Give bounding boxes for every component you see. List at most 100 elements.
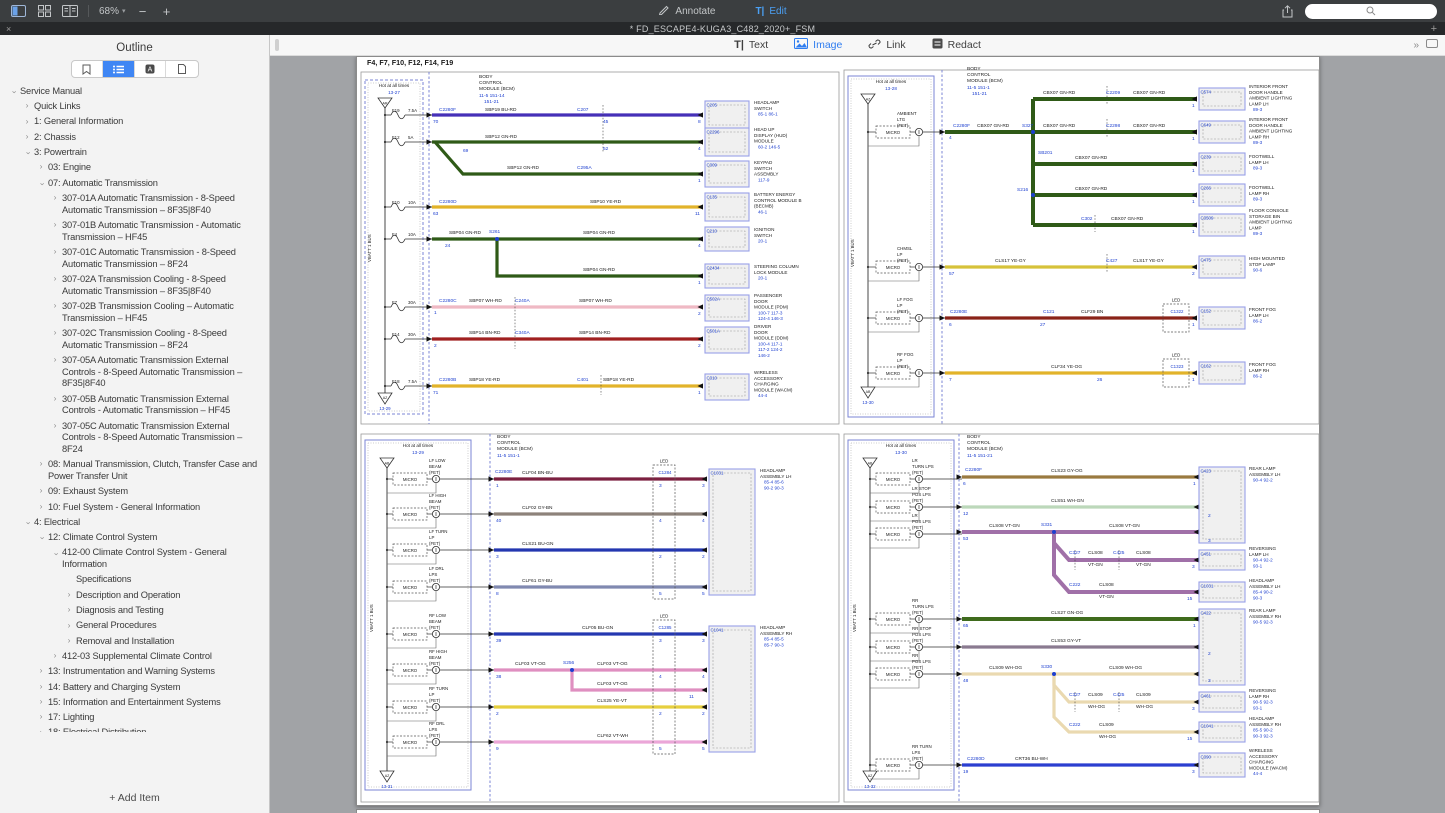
svg-text:F12: F12 bbox=[392, 135, 400, 140]
chevron-icon[interactable]: › bbox=[36, 696, 46, 708]
chevron-icon[interactable]: › bbox=[50, 192, 60, 204]
link-tool[interactable]: Link bbox=[868, 38, 905, 52]
outline-item[interactable]: ›307-01B Automatic Transmission - Automa… bbox=[0, 218, 269, 245]
svg-text:CLF03 VT-OG: CLF03 VT-OG bbox=[515, 661, 546, 667]
chevron-icon[interactable]: › bbox=[36, 179, 48, 189]
add-item-button[interactable]: + Add Item bbox=[0, 792, 269, 804]
outline-item[interactable]: ›4: Electrical bbox=[0, 515, 269, 530]
outline-item[interactable]: ›General Procedures bbox=[0, 619, 269, 634]
outline-item[interactable]: ›14: Battery and Charging System bbox=[0, 680, 269, 695]
outline-item[interactable]: ›12: Climate Control System bbox=[0, 530, 269, 545]
outline-item[interactable]: ›307-01C Automatic Transmission - 8-Spee… bbox=[0, 245, 269, 272]
chevron-icon[interactable]: › bbox=[50, 354, 60, 366]
redact-tool[interactable]: Redact bbox=[932, 38, 981, 52]
chevron-icon[interactable]: › bbox=[36, 485, 46, 497]
outline-item[interactable]: ›17: Lighting bbox=[0, 710, 269, 725]
outline-item-label: 307-02A Transmission Cooling - 8-Speed A… bbox=[62, 274, 226, 296]
chevron-icon[interactable]: › bbox=[50, 650, 60, 662]
chevron-icon[interactable]: › bbox=[22, 148, 34, 158]
chevron-icon[interactable]: › bbox=[50, 393, 60, 405]
chevron-icon[interactable]: › bbox=[8, 87, 20, 97]
outline-item[interactable]: ›Description and Operation bbox=[0, 588, 269, 603]
share-icon[interactable] bbox=[1279, 5, 1295, 18]
text-tool[interactable]: T|Text bbox=[734, 38, 768, 52]
outline-tab-toc[interactable] bbox=[103, 61, 135, 77]
outline-item[interactable]: ›307-05A Automatic Transmission External… bbox=[0, 353, 269, 392]
chevron-icon[interactable]: › bbox=[50, 327, 60, 339]
outline-item[interactable]: ›307-05C Automatic Transmission External… bbox=[0, 419, 269, 458]
outline-item[interactable]: ›1: General Information bbox=[0, 115, 269, 130]
svg-text:7: 7 bbox=[949, 377, 952, 383]
svg-text:BEAM: BEAM bbox=[429, 619, 442, 624]
outline-item[interactable]: ›412-03 Supplemental Climate Control bbox=[0, 649, 269, 664]
svg-text:SWITCH: SWITCH bbox=[754, 166, 772, 171]
chevron-icon[interactable]: › bbox=[64, 604, 74, 616]
image-tool[interactable]: Image bbox=[794, 38, 842, 52]
svg-text:AB: AB bbox=[866, 390, 871, 394]
zoom-in-button[interactable]: + bbox=[160, 4, 174, 19]
outline-item[interactable]: ›307-02A Transmission Cooling - 8-Speed … bbox=[0, 272, 269, 299]
annotate-button[interactable]: Annotate bbox=[658, 4, 715, 18]
outline-item[interactable]: ›2: Chassis bbox=[0, 130, 269, 145]
outline-item[interactable]: ›07: Automatic Transmission bbox=[0, 176, 269, 191]
chevron-icon[interactable]: › bbox=[64, 589, 74, 601]
outline-item[interactable]: ›Removal and Installation bbox=[0, 634, 269, 649]
chevron-icon[interactable]: › bbox=[36, 711, 46, 723]
svg-text:(FET): (FET) bbox=[912, 610, 924, 615]
outline-item[interactable]: ›08: Manual Transmission, Clutch, Transf… bbox=[0, 457, 269, 484]
outline-item[interactable]: ›307-01A Automatic Transmission - 8-Spee… bbox=[0, 191, 269, 218]
outline-item[interactable]: ›307-02B Transmission Cooling – Automati… bbox=[0, 299, 269, 326]
zoom-select[interactable]: 68% ▾ bbox=[99, 6, 126, 17]
outline-item[interactable]: ›13: Instrumentation and Warning Systems bbox=[0, 664, 269, 679]
outline-tab-pages[interactable] bbox=[166, 61, 197, 77]
chevron-icon[interactable]: › bbox=[36, 458, 46, 470]
outline-item[interactable]: ›Diagnosis and Testing bbox=[0, 603, 269, 618]
two-page-view-icon[interactable] bbox=[62, 5, 78, 18]
chevron-icon[interactable]: › bbox=[36, 727, 46, 732]
chevron-icon[interactable]: › bbox=[36, 501, 46, 513]
outline-tab-bookmarks[interactable] bbox=[72, 61, 104, 77]
outline-item[interactable]: ›Quick Links bbox=[0, 99, 269, 114]
outline-item[interactable]: Specifications bbox=[0, 573, 269, 588]
document-canvas[interactable]: F4, F7, F10, F12, F14, F19Hot at all tim… bbox=[270, 56, 1445, 813]
outline-item[interactable]: ›3: Powertrain bbox=[0, 145, 269, 160]
chevron-icon[interactable]: › bbox=[22, 518, 34, 528]
outline-item[interactable]: ›09: Exhaust System bbox=[0, 484, 269, 499]
chevron-icon[interactable]: › bbox=[22, 100, 32, 112]
chevron-icon[interactable]: › bbox=[22, 116, 32, 128]
chevron-icon[interactable]: › bbox=[64, 620, 74, 632]
chevron-icon[interactable]: › bbox=[36, 665, 46, 677]
outline-item[interactable]: ›15: Information and Entertainment Syste… bbox=[0, 695, 269, 710]
outline-item[interactable]: ›10: Fuel System - General Information bbox=[0, 500, 269, 515]
tool-label: Image bbox=[813, 39, 842, 51]
svg-text:CBX07 GN-RD: CBX07 GN-RD bbox=[1133, 90, 1166, 96]
outline-item[interactable]: ›307-02C Transmission Cooling - 8-Speed … bbox=[0, 326, 269, 353]
outline-item[interactable]: ›412-00 Climate Control System - General… bbox=[0, 546, 269, 573]
outline-item[interactable]: ›18: Electrical Distribution bbox=[0, 726, 269, 732]
svg-text:4: 4 bbox=[949, 135, 952, 141]
thumbnails-icon[interactable] bbox=[36, 5, 52, 18]
tab-title[interactable]: * FD_ESCAPE4-KUGA3_C482_2020+_FSM bbox=[0, 24, 1445, 34]
chevron-icon[interactable]: › bbox=[50, 219, 60, 231]
outline-item[interactable]: ›03: Engine bbox=[0, 160, 269, 175]
chevron-icon[interactable]: › bbox=[64, 635, 74, 647]
pdf-page-next bbox=[356, 809, 1320, 813]
zoom-out-button[interactable]: − bbox=[136, 4, 150, 19]
outline-item-label: Description and Operation bbox=[76, 590, 180, 600]
outline-tab-annotations[interactable]: A bbox=[135, 61, 167, 77]
chevron-icon[interactable]: › bbox=[36, 533, 48, 543]
sidebar-toggle-icon[interactable] bbox=[10, 5, 26, 18]
chevron-icon[interactable]: › bbox=[50, 273, 60, 285]
outline-item[interactable]: ›Service Manual bbox=[0, 84, 269, 99]
chevron-icon[interactable]: › bbox=[36, 161, 46, 173]
chevron-icon[interactable]: › bbox=[22, 131, 32, 143]
edit-button[interactable]: T| Edit bbox=[755, 4, 786, 18]
search-input[interactable] bbox=[1305, 4, 1437, 19]
chevron-icon[interactable]: › bbox=[50, 549, 62, 559]
chevron-icon[interactable]: › bbox=[50, 420, 60, 432]
chevron-icon[interactable]: › bbox=[36, 681, 46, 693]
outline-item[interactable]: ›307-05B Automatic Transmission External… bbox=[0, 392, 269, 419]
svg-text:26: 26 bbox=[1097, 377, 1103, 383]
chevron-icon[interactable]: › bbox=[50, 246, 60, 258]
chevron-icon[interactable]: › bbox=[50, 300, 60, 312]
